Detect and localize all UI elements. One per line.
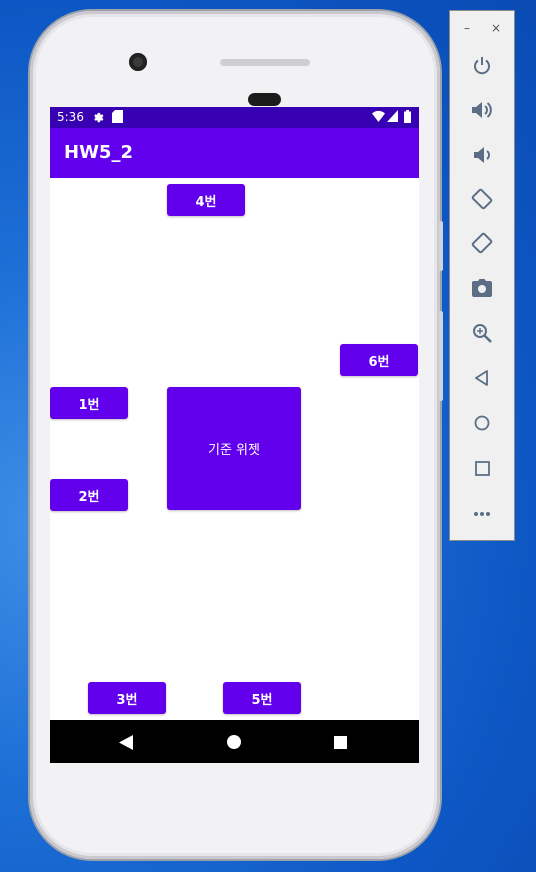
sd-card-icon xyxy=(112,110,123,126)
status-time: 5:36 xyxy=(57,110,84,124)
device-screen: 5:36 HW5_2 4번 6번 1번 기준 위젯 2번 3번 5번 xyxy=(50,107,419,763)
more-icon[interactable] xyxy=(470,502,494,526)
front-camera xyxy=(129,53,147,71)
reference-widget-button[interactable]: 기준 위젯 xyxy=(167,387,301,510)
button-3[interactable]: 3번 xyxy=(88,682,166,714)
phone-power-button xyxy=(439,221,443,271)
emulator-toolbar: – × xyxy=(449,10,515,541)
power-icon[interactable] xyxy=(470,54,494,78)
button-6[interactable]: 6번 xyxy=(340,344,418,376)
close-button[interactable]: × xyxy=(491,21,501,35)
button-1[interactable]: 1번 xyxy=(50,387,128,419)
wifi-icon xyxy=(372,110,385,125)
settings-gear-icon xyxy=(91,110,104,126)
signal-icon xyxy=(387,110,398,125)
earpiece-speaker xyxy=(220,59,310,66)
volume-down-icon[interactable] xyxy=(470,143,494,167)
home-icon[interactable] xyxy=(224,732,244,752)
rotate-left-icon[interactable] xyxy=(470,187,494,211)
rotate-right-icon[interactable] xyxy=(470,231,494,255)
recents-icon[interactable] xyxy=(330,732,350,752)
proximity-sensor xyxy=(248,93,281,106)
back-icon[interactable] xyxy=(116,732,136,752)
app-title: HW5_2 xyxy=(64,142,133,163)
button-4[interactable]: 4번 xyxy=(167,184,245,216)
zoom-icon[interactable] xyxy=(470,321,494,345)
overview-icon[interactable] xyxy=(470,456,494,480)
status-bar: 5:36 xyxy=(50,107,419,128)
button-2[interactable]: 2번 xyxy=(50,479,128,511)
back-icon[interactable] xyxy=(470,366,494,390)
volume-up-icon[interactable] xyxy=(470,98,494,122)
app-bar: HW5_2 xyxy=(50,128,419,178)
minimize-button[interactable]: – xyxy=(464,21,470,35)
battery-icon xyxy=(404,110,411,126)
button-5[interactable]: 5번 xyxy=(223,682,301,714)
camera-icon[interactable] xyxy=(470,276,494,300)
home-icon[interactable] xyxy=(470,411,494,435)
navigation-bar xyxy=(50,720,419,763)
phone-volume-button xyxy=(439,311,443,401)
